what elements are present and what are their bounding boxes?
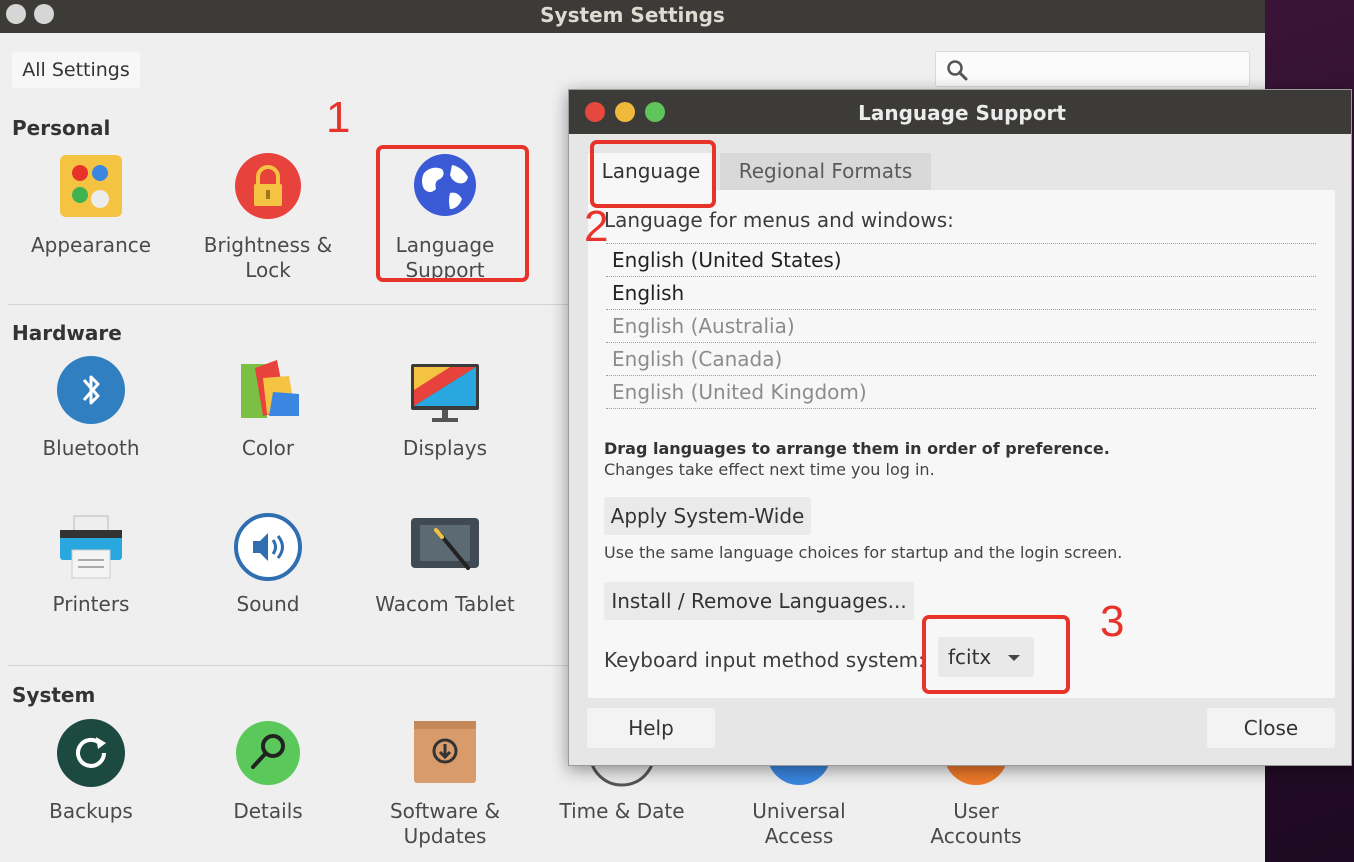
printers-item[interactable]: Printers <box>11 512 171 617</box>
user-label-line2: Accounts <box>930 824 1022 848</box>
lock-icon <box>233 153 303 223</box>
language-list-item[interactable]: English (Canada) <box>606 343 1316 376</box>
tab-regional-formats[interactable]: Regional Formats <box>720 153 931 190</box>
display-icon <box>410 356 480 426</box>
tablet-icon <box>410 512 480 582</box>
magnifier-icon <box>233 719 303 789</box>
language-list-item[interactable]: English <box>606 277 1316 310</box>
annotation-box-1 <box>376 145 529 282</box>
annotation-number-2: 2 <box>584 202 609 251</box>
search-icon <box>947 60 968 81</box>
backups-label: Backups <box>49 799 133 823</box>
language-list-heading: Language for menus and windows: <box>604 208 954 232</box>
time-date-label: Time & Date <box>559 799 685 823</box>
language-list-item[interactable]: English (Australia) <box>606 310 1316 343</box>
software-updates-label: Software & Updates <box>365 799 525 849</box>
brightness-lock-item[interactable]: Brightness & Lock <box>188 153 348 283</box>
displays-item[interactable]: Displays <box>365 356 525 461</box>
appearance-icon <box>56 153 126 223</box>
user-accounts-label: User Accounts <box>896 799 1056 849</box>
annotation-number-3: 3 <box>1100 597 1125 646</box>
language-list[interactable]: English (United States) English English … <box>606 243 1316 409</box>
brightness-lock-label: Brightness & Lock <box>188 233 348 283</box>
apply-system-wide-button[interactable]: Apply System-Wide <box>604 497 811 535</box>
language-list-item[interactable]: English (United Kingdom) <box>606 376 1316 409</box>
section-system: System <box>12 683 96 707</box>
drag-instruction: Drag languages to arrange them in order … <box>604 439 1110 458</box>
wacom-tablet-item[interactable]: Wacom Tablet <box>365 512 525 617</box>
color-icon <box>233 356 303 426</box>
apply-note: Use the same language choices for startu… <box>604 543 1123 562</box>
universal-label-line2: Access <box>764 824 834 848</box>
wacom-tablet-label: Wacom Tablet <box>375 592 515 616</box>
dialog-title: Language Support <box>858 101 1066 125</box>
section-hardware: Hardware <box>12 321 122 345</box>
sound-label: Sound <box>236 592 300 616</box>
annotation-box-2 <box>590 140 716 208</box>
appearance-item[interactable]: Appearance <box>11 153 171 258</box>
backups-item[interactable]: Backups <box>11 719 171 824</box>
section-personal: Personal <box>12 116 111 140</box>
annotation-number-1: 1 <box>326 93 351 142</box>
all-settings-button[interactable]: All Settings <box>12 52 140 88</box>
main-titlebar: System Settings <box>0 0 1265 33</box>
package-icon <box>410 719 480 789</box>
keyboard-input-label: Keyboard input method system: <box>604 648 925 672</box>
brightness-label-line2: Lock <box>245 258 291 282</box>
sound-item[interactable]: Sound <box>188 512 348 617</box>
printers-label: Printers <box>52 592 130 616</box>
speaker-icon <box>233 512 303 582</box>
close-button[interactable]: Close <box>1207 708 1335 748</box>
search-input[interactable] <box>935 51 1250 87</box>
printer-icon <box>56 512 126 582</box>
color-item[interactable]: Color <box>188 356 348 461</box>
language-support-dialog: Language Support Language Regional Forma… <box>568 89 1352 766</box>
software-updates-item[interactable]: Software & Updates <box>365 719 525 849</box>
appearance-label: Appearance <box>30 233 152 257</box>
section-divider <box>8 665 568 666</box>
main-window-title: System Settings <box>540 3 725 27</box>
brightness-label-line1: Brightness & <box>203 233 333 257</box>
annotation-box-3 <box>922 615 1070 694</box>
bluetooth-item[interactable]: Bluetooth <box>11 356 171 461</box>
language-list-item[interactable]: English (United States) <box>606 244 1316 277</box>
software-label-line2: Updates <box>403 824 487 848</box>
bluetooth-label: Bluetooth <box>42 436 140 460</box>
universal-access-label: Universal Access <box>719 799 879 849</box>
changes-note: Changes take effect next time you log in… <box>604 460 935 479</box>
displays-label: Displays <box>402 436 488 460</box>
details-item[interactable]: Details <box>188 719 348 824</box>
software-label-line1: Software & <box>389 799 501 823</box>
color-label: Color <box>241 436 295 460</box>
backup-icon <box>56 719 126 789</box>
universal-label-line1: Universal <box>752 799 846 823</box>
dialog-titlebar: Language Support <box>569 90 1351 134</box>
bluetooth-icon <box>56 356 126 426</box>
user-label-line1: User <box>953 799 999 823</box>
help-button[interactable]: Help <box>587 708 715 748</box>
details-label: Details <box>233 799 303 823</box>
section-divider <box>8 304 568 305</box>
install-remove-languages-button[interactable]: Install / Remove Languages... <box>604 582 914 620</box>
